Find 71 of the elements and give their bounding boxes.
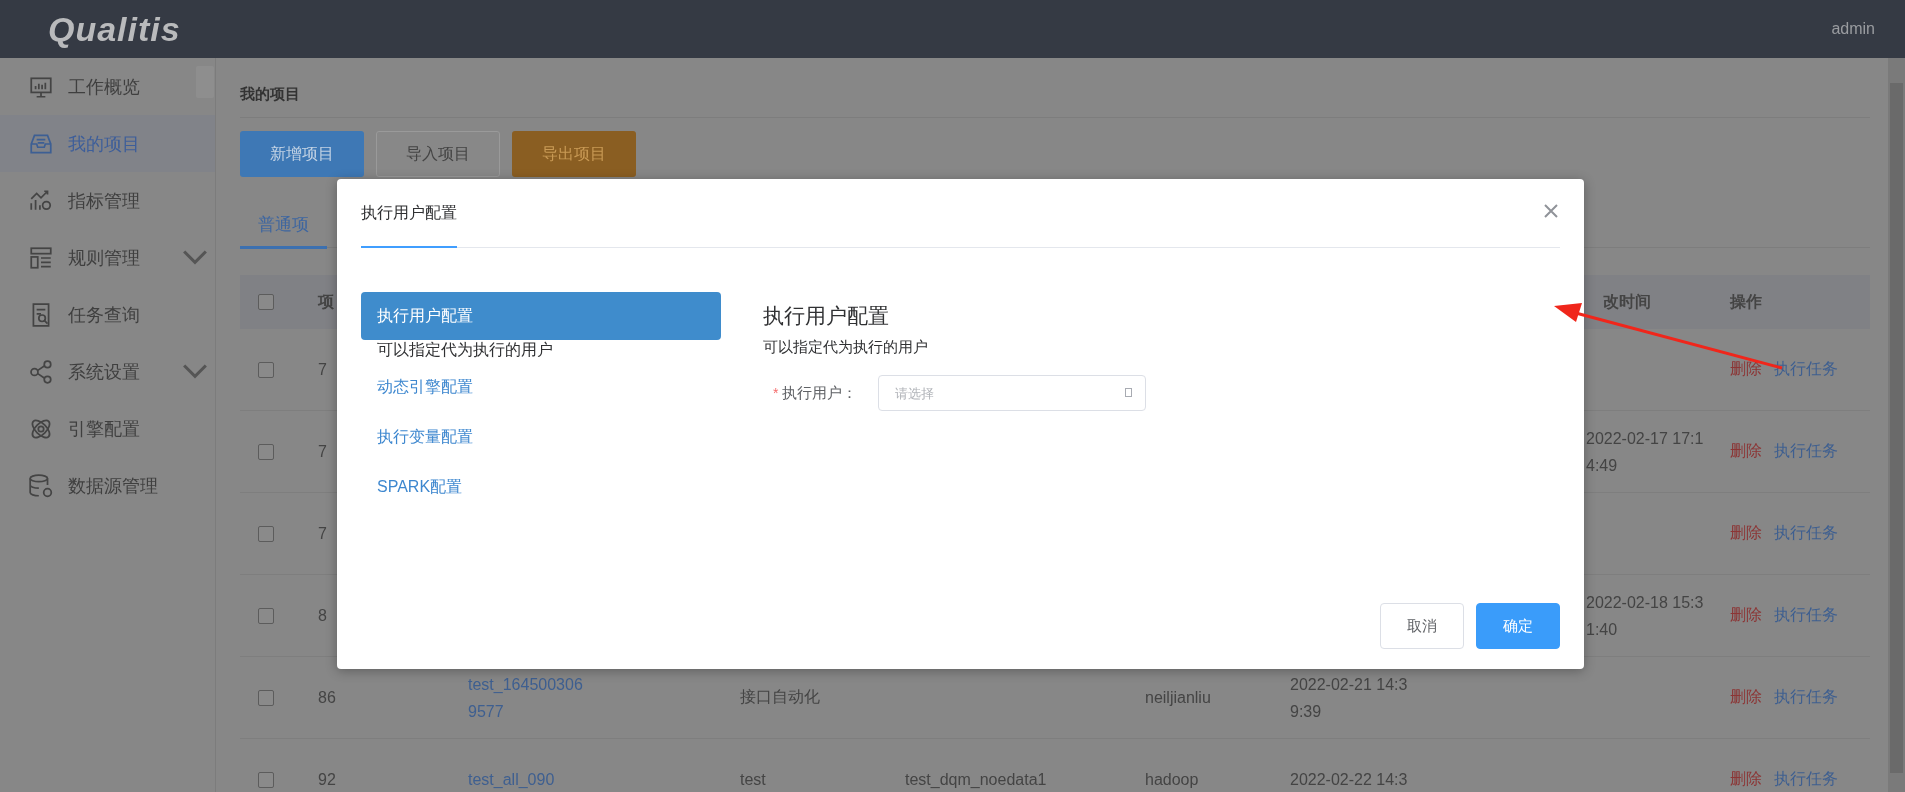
table-cell-text: 2022-02-18 15:31:40 [1586,592,1705,640]
layout-list-icon [28,244,54,271]
run-task-link[interactable]: 执行任务 [1774,523,1838,544]
table-cell-text: 2022-02-17 17:14:49 [1586,428,1705,476]
run-task-link[interactable]: 执行任务 [1774,441,1838,462]
required-mark: * [773,385,779,401]
table-cell: 8 [318,606,327,625]
row-checkbox[interactable] [258,607,274,624]
section-description: 可以指定代为执行的用户 [763,338,929,357]
column-header: 操作 [1730,291,1762,312]
table-cell: 92 [318,770,336,789]
user-select[interactable]: 请选择 [878,375,1147,411]
delete-link[interactable]: 删除 [1730,605,1762,626]
config-menu-item[interactable]: SPARK配置 [361,462,721,512]
sidebar-item[interactable]: 我的项目 [0,115,215,172]
row-checkbox[interactable] [258,689,274,706]
select-all-checkbox[interactable] [258,294,274,310]
column-header: 改时间 [1603,291,1651,312]
delete-link[interactable]: 删除 [1730,441,1762,462]
run-task-link[interactable]: 执行任务 [1774,605,1838,626]
table-cell: hadoop [1145,770,1199,789]
dialog-tab[interactable]: 执行用户配置 [361,203,457,248]
row-checkbox[interactable] [258,443,274,460]
table-cell: test_dqm_noedata1 [905,770,1047,789]
delete-link[interactable]: 删除 [1730,769,1762,790]
table-cell: neiljianliu [1145,688,1211,707]
share-nodes-icon [28,358,54,385]
sidebar-item[interactable]: 指标管理 [0,172,215,229]
run-task-link[interactable]: 执行任务 [1774,359,1838,380]
run-task-link[interactable]: 执行任务 [1774,687,1838,708]
delete-link[interactable]: 删除 [1730,687,1762,708]
config-menu-item[interactable]: 执行变量配置 [361,412,721,462]
config-menu-item[interactable]: 动态引擎配置 [361,362,721,412]
sidebar-item[interactable]: 系统设置 [0,343,215,400]
sidebar-item[interactable]: 数据源管理 [0,457,215,514]
scrollbar[interactable] [1888,58,1905,792]
sidebar-item[interactable]: 引擎配置 [0,400,215,457]
field-label: 执行用户： [782,383,859,403]
dialog-button[interactable]: 确定 [1476,603,1560,649]
table-cell-text: 接口自动化 [740,687,820,707]
config-menu-item[interactable]: 执行用户配置 [361,292,721,340]
table-cell-text: 2022-02-21 14:39:39 [1290,674,1409,722]
delete-link[interactable]: 删除 [1730,359,1762,380]
table-cell: test [740,770,766,789]
table-cell: 7 [318,524,327,543]
delete-link[interactable]: 删除 [1730,523,1762,544]
project-link[interactable]: test_1645003069577 [468,670,586,725]
sidebar-item[interactable]: 工作概览 [0,58,215,115]
table-cell: 7 [318,442,327,461]
column-header: 项 [318,291,334,312]
action-button[interactable]: 新增项目 [240,131,364,177]
select-suffix-icon [1125,388,1133,397]
tab[interactable]: 普通项 [240,199,327,249]
run-task-link[interactable]: 执行任务 [1774,769,1838,790]
user-name[interactable]: admin [1831,20,1875,38]
row-checkbox[interactable] [258,525,274,542]
action-button[interactable]: 导入项目 [376,131,500,177]
menu-item-description: 可以指定代为执行的用户 [376,340,554,360]
page-title: 我的项目 [240,58,1870,118]
table-cell: 7 [318,360,327,379]
close-icon[interactable] [1544,204,1558,218]
row-checkbox[interactable] [258,361,274,378]
sidebar-item[interactable]: 任务查询 [0,286,215,343]
table-cell: 86 [318,688,336,707]
sidebar-item[interactable]: 规则管理 [0,229,215,286]
project-link[interactable]: test_all_090 [468,766,586,792]
logo: Qualitis [48,9,181,49]
section-heading: 执行用户配置 [763,303,890,329]
table-cell-text: 2022-02-22 14:3 [1290,770,1409,790]
row-checkbox[interactable] [258,771,274,788]
dialog-button[interactable]: 取消 [1380,603,1464,649]
